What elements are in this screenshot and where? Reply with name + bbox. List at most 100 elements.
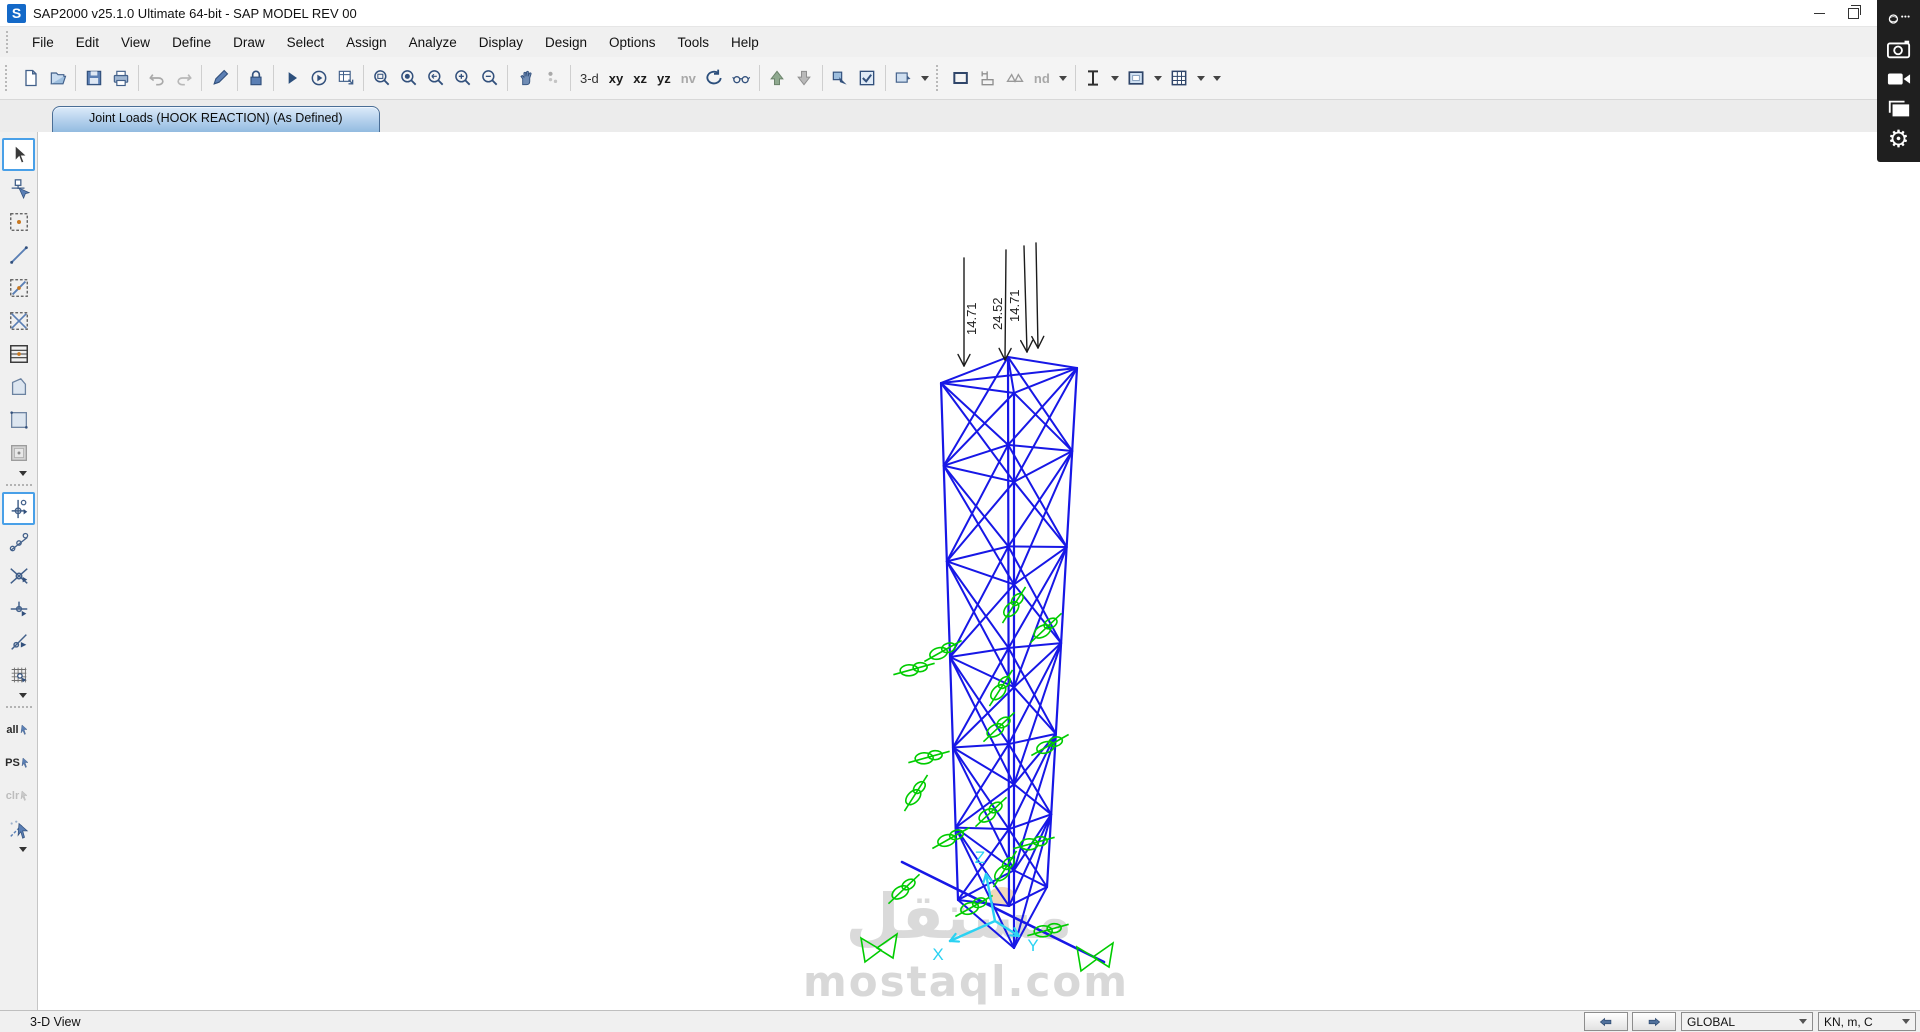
new-model-button[interactable] (17, 65, 44, 91)
menu-file[interactable]: File (21, 30, 65, 55)
model-canvas[interactable]: مستقل mostaql.com XYZ 14.71 24.52 14.71 (38, 132, 1920, 1010)
view-xz-button[interactable]: xz (628, 68, 652, 89)
menu-display[interactable]: Display (468, 30, 534, 55)
menu-tools[interactable]: Tools (667, 30, 721, 55)
zoom-in-button[interactable] (449, 65, 476, 91)
minimize-button[interactable] (1802, 1, 1836, 25)
menu-help[interactable]: Help (720, 30, 770, 55)
print-icon (113, 70, 128, 87)
rotate-view-button[interactable] (701, 65, 728, 91)
quick-draw-frame-button[interactable] (3, 272, 34, 303)
draw-special-joint-button[interactable] (3, 206, 34, 237)
select-dropdown-icon[interactable] (18, 847, 27, 852)
record-video-button[interactable] (1887, 64, 1911, 94)
save-model-button[interactable] (80, 65, 107, 91)
perspective-toggle-button[interactable] (728, 65, 755, 91)
view-yz-button[interactable]: yz (652, 68, 676, 89)
show-tables-button[interactable] (332, 65, 359, 91)
previous-selection-button[interactable]: PS (3, 747, 34, 778)
reshape-tool-button[interactable] (3, 173, 34, 204)
spring-support-icon[interactable] (907, 737, 951, 777)
snap-to-grid-button[interactable] (3, 659, 34, 690)
watermark: مستقل mostaql.com (803, 880, 1127, 1006)
edit-model-button[interactable] (206, 65, 233, 91)
spring-support-icon[interactable] (892, 649, 936, 689)
undo-button[interactable] (143, 65, 170, 91)
display-options-button[interactable] (890, 65, 917, 91)
quick-draw-braces-button[interactable] (3, 305, 34, 336)
draw-rect-area-button[interactable] (3, 404, 34, 435)
capture-window-button[interactable] (1887, 94, 1911, 124)
rubberband-zoom-button[interactable] (368, 65, 395, 91)
move-down-in-list-button[interactable] (791, 65, 818, 91)
more-tools-dropdown-icon[interactable] (1212, 75, 1221, 81)
draw-frame-button[interactable] (3, 239, 34, 270)
recorder-menu-button[interactable] (1887, 4, 1911, 34)
quick-frame-icon (9, 278, 28, 297)
reference-point-button[interactable] (539, 65, 566, 91)
pointer-tool-button[interactable] (2, 138, 35, 171)
pan-button[interactable] (512, 65, 539, 91)
zoom-out-button[interactable] (476, 65, 503, 91)
area-dropdown-icon[interactable] (1153, 75, 1162, 81)
redo-button[interactable] (170, 65, 197, 91)
recorder-settings-button[interactable] (1888, 124, 1910, 154)
next-view-button[interactable] (1632, 1012, 1676, 1031)
snap-to-joints-button[interactable] (2, 492, 35, 525)
menu-view[interactable]: View (110, 30, 161, 55)
units-value: KN, m, C (1824, 1014, 1873, 1029)
model-scene-svg[interactable]: مستقل mostaql.com X YZ 14.71 24.52 14.71 (38, 132, 1920, 1010)
menu-assign[interactable]: Assign (335, 30, 398, 55)
menu-edit[interactable]: Edit (65, 30, 110, 55)
menu-analyze[interactable]: Analyze (398, 30, 468, 55)
draw-poly-area-button[interactable] (3, 371, 34, 402)
run-analysis-button[interactable] (278, 65, 305, 91)
isection-display-button[interactable] (1080, 65, 1107, 91)
quick-draw-area-button[interactable] (3, 437, 34, 468)
open-model-button[interactable] (44, 65, 71, 91)
menu-options[interactable]: Options (598, 30, 667, 55)
previous-view-button[interactable] (1584, 1012, 1628, 1031)
select-object-button[interactable] (827, 65, 854, 91)
menu-draw[interactable]: Draw (222, 30, 276, 55)
grid-display-button[interactable] (1166, 65, 1193, 91)
frame-properties-button[interactable] (975, 65, 1002, 91)
print-button[interactable] (107, 65, 134, 91)
snap-to-intersections-button[interactable] (3, 560, 34, 591)
view-3d-button[interactable]: 3-d (575, 68, 604, 89)
move-up-in-list-button[interactable] (764, 65, 791, 91)
screenshot-button[interactable] (1886, 34, 1911, 64)
clear-selection-button[interactable]: clr (3, 780, 34, 811)
draw-tools-dropdown-icon[interactable] (1058, 75, 1067, 81)
previous-zoom-button[interactable] (422, 65, 449, 91)
select-by-line-button[interactable] (3, 813, 34, 844)
quick-draw-secondary-beams-button[interactable] (3, 338, 34, 369)
isection-dropdown-icon[interactable] (1110, 75, 1119, 81)
active-view-tab[interactable]: Joint Loads (HOOK REACTION) (As Defined) (52, 106, 380, 132)
draw-rect-button[interactable] (948, 65, 975, 91)
snap-dropdown-icon[interactable] (18, 693, 27, 698)
units-dropdown[interactable]: KN, m, C (1818, 1012, 1916, 1031)
menu-define[interactable]: Define (161, 30, 222, 55)
restore-button[interactable] (1836, 1, 1870, 25)
menu-design[interactable]: Design (534, 30, 598, 55)
view-nv-button[interactable]: nv (676, 68, 701, 89)
area-display-button[interactable] (1123, 65, 1150, 91)
view-xy-button[interactable]: xy (604, 68, 628, 89)
grid-dropdown-icon[interactable] (1196, 75, 1205, 81)
restore-full-view-button[interactable] (395, 65, 422, 91)
truss-tool-button[interactable] (1002, 65, 1029, 91)
snap-to-lines-button[interactable] (3, 626, 34, 657)
coord-system-dropdown[interactable]: GLOBAL (1681, 1012, 1813, 1031)
draw-area-dropdown-icon[interactable] (18, 471, 27, 476)
snap-to-perpendicular-button[interactable] (3, 593, 34, 624)
menu-select[interactable]: Select (276, 30, 336, 55)
select-all-button[interactable] (854, 65, 881, 91)
nd-button[interactable]: nd (1029, 68, 1055, 89)
run-options-button[interactable] (305, 65, 332, 91)
display-options-dropdown-icon[interactable] (920, 75, 929, 81)
snap-to-midpoints-button[interactable] (3, 527, 34, 558)
select-all-tool-button[interactable]: all (3, 714, 34, 745)
spring-support-icon[interactable] (894, 774, 938, 812)
lock-model-button[interactable] (242, 65, 269, 91)
